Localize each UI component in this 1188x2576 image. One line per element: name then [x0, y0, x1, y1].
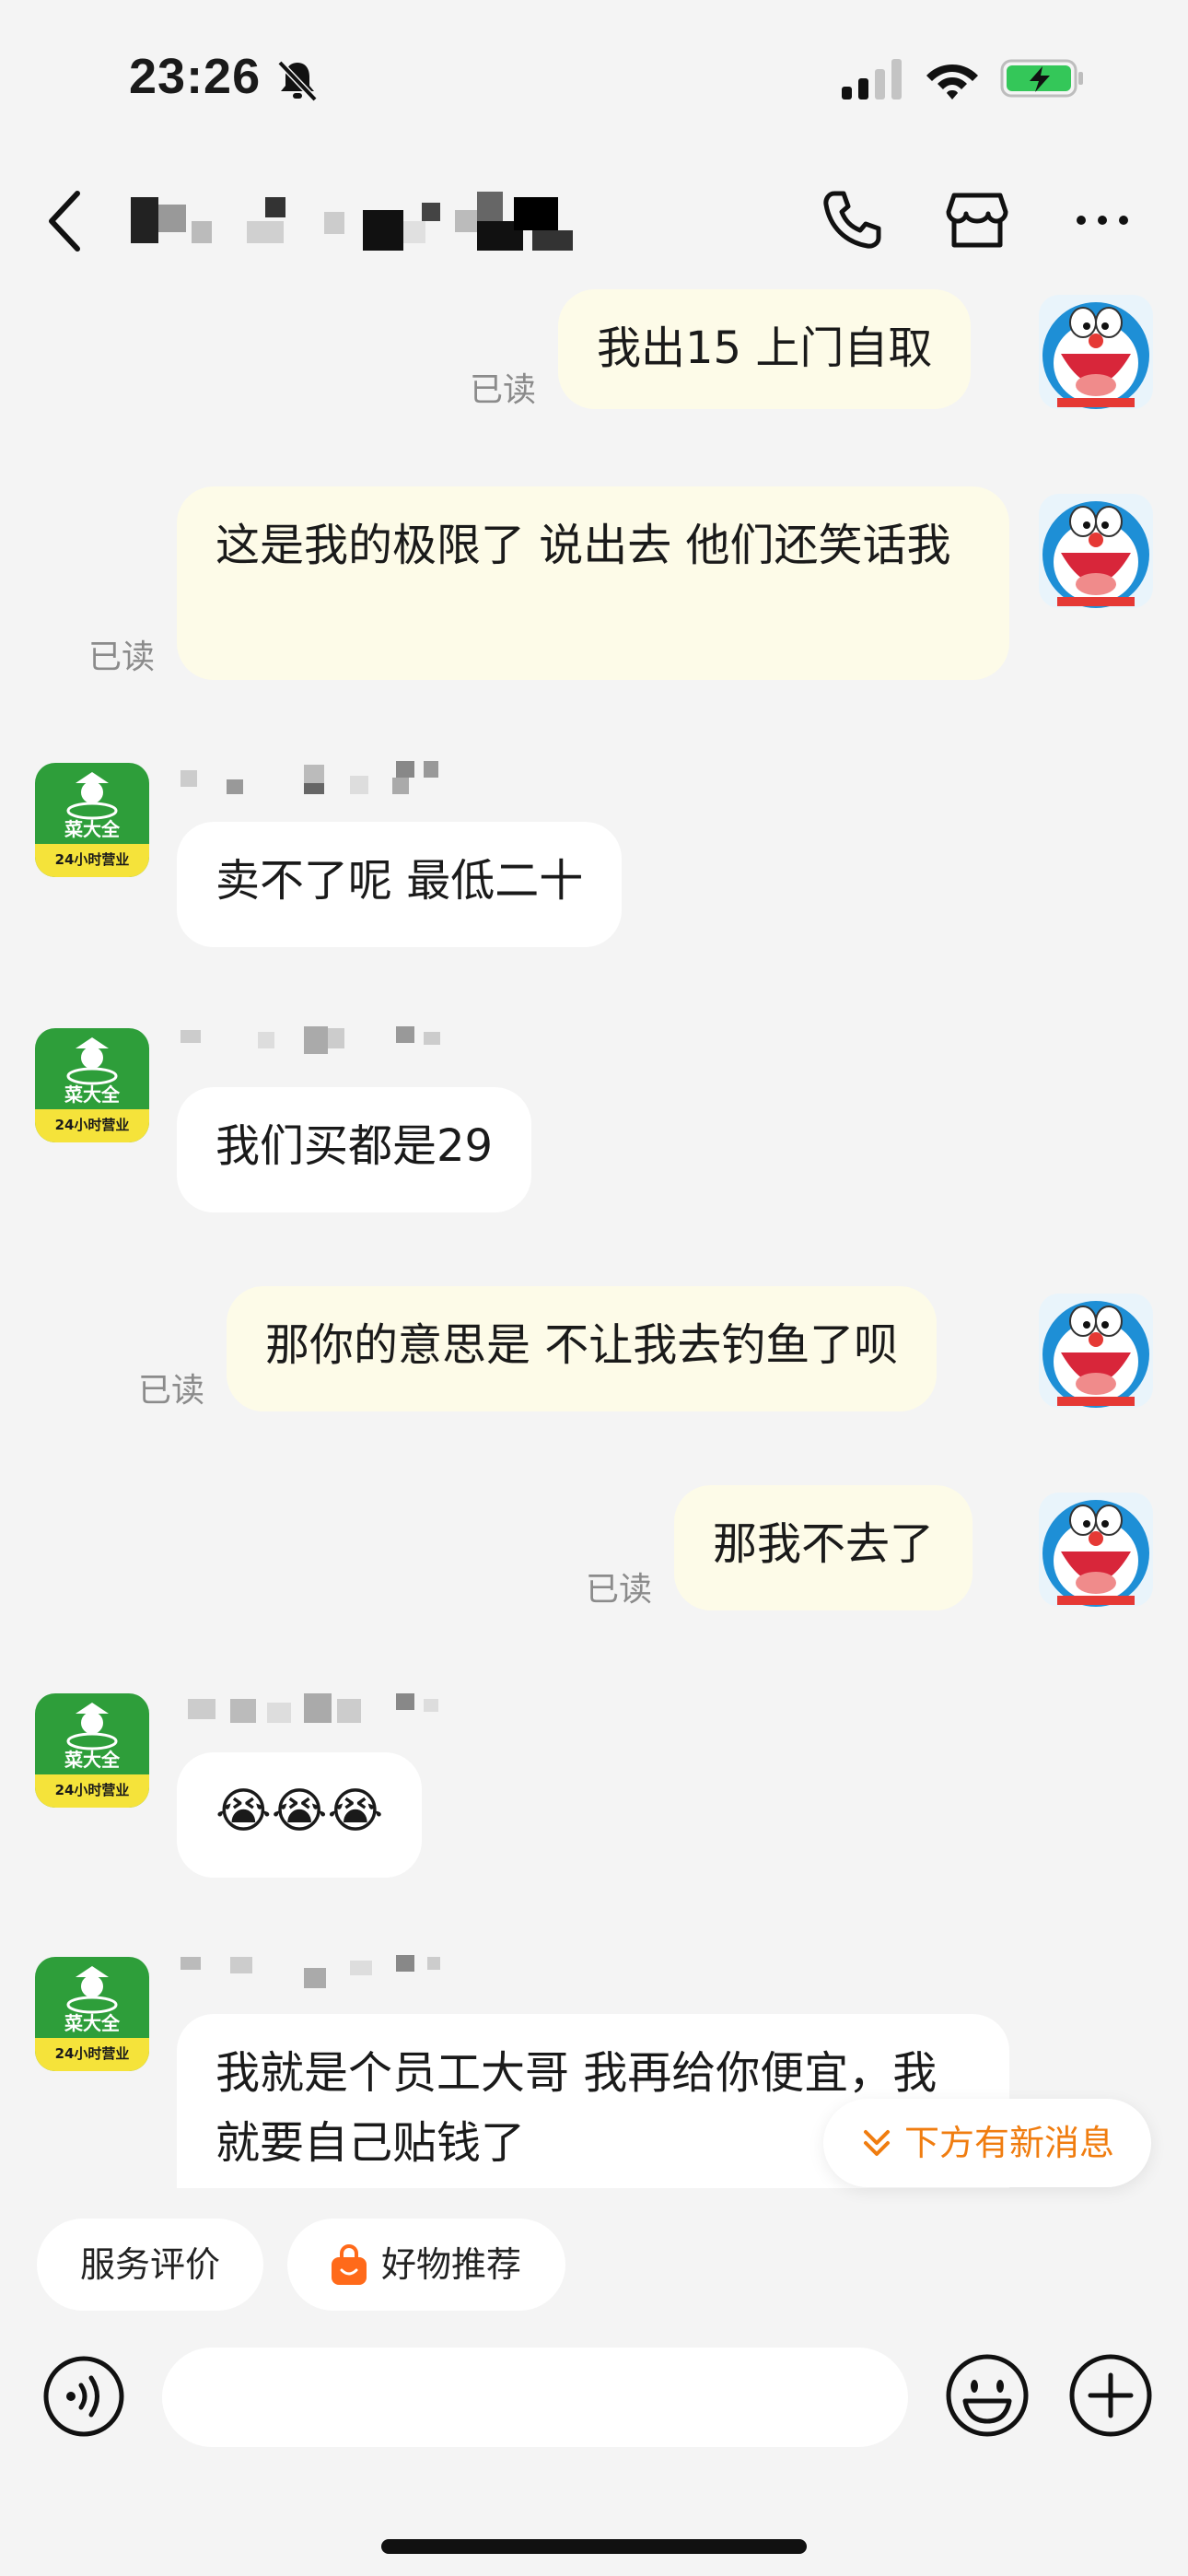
good-recommend-label: 好物推荐 — [381, 2244, 522, 2285]
shop-avatar[interactable]: 菜大全 24小时营业 — [35, 763, 149, 877]
back-arrow-icon[interactable] — [41, 186, 92, 256]
new-messages-button[interactable]: 下方有新消息 — [823, 2099, 1151, 2187]
message-list[interactable]: 已读 我出15 上门自取 已读 这是我的极限了 说出去 他们还笑话我 菜大全 2… — [0, 276, 1188, 2188]
shop-avatar-name: 菜大全 — [64, 818, 120, 840]
doraemon-avatar-icon — [1039, 295, 1153, 409]
chat-header — [0, 166, 1188, 276]
service-review-chip[interactable]: 服务评价 — [37, 2219, 263, 2311]
double-chevron-down-icon — [864, 2130, 890, 2156]
status-time: 23:26 — [129, 49, 262, 104]
shop-avatar-hours: 24小时营业 — [54, 851, 130, 868]
read-receipt: 已读 — [470, 371, 537, 409]
bell-muted-icon — [277, 60, 318, 102]
message-bubble-received[interactable]: 卖不了呢 最低二十 — [177, 822, 623, 947]
plus-icon[interactable] — [1068, 2353, 1153, 2438]
sender-name-pixelated — [188, 1693, 438, 1723]
shop-avatar-name: 菜大全 — [64, 1083, 120, 1106]
message-bubble-sent[interactable]: 这是我的极限了 说出去 他们还笑话我 — [177, 486, 1009, 680]
avatar-self[interactable] — [1039, 1493, 1153, 1607]
message-bubble-received[interactable]: 😭😭😭 — [177, 1752, 423, 1878]
phone-call-icon[interactable] — [818, 186, 886, 254]
message-bubble-sent[interactable]: 那我不去了 — [674, 1485, 973, 1610]
avatar-self[interactable] — [1039, 295, 1153, 409]
message-bubble-sent[interactable]: 那你的意思是 不让我去钓鱼了呗 — [227, 1286, 938, 1411]
emoji-icon[interactable] — [945, 2353, 1030, 2438]
doraemon-avatar-icon — [1039, 1294, 1153, 1408]
voice-input-icon[interactable] — [42, 2355, 125, 2438]
sender-name-pixelated — [181, 761, 438, 794]
sender-name-pixelated — [181, 1026, 440, 1054]
read-receipt: 已读 — [88, 638, 156, 676]
battery-charging-icon — [1000, 59, 1083, 98]
shop-avatar-hours: 24小时营业 — [54, 2045, 130, 2062]
cellular-signal-icon — [842, 59, 902, 100]
avatar-self[interactable] — [1039, 1294, 1153, 1408]
new-messages-label: 下方有新消息 — [903, 2123, 1114, 2163]
sender-name-pixelated — [181, 1955, 440, 1988]
message-bubble-received[interactable]: 我们买都是29 — [177, 1087, 532, 1212]
shop-avatar-name: 菜大全 — [64, 1749, 120, 1771]
good-recommend-chip[interactable]: 好物推荐 — [287, 2219, 565, 2311]
message-input[interactable] — [162, 2348, 908, 2447]
status-bar: 23:26 — [0, 0, 1188, 157]
avatar-self[interactable] — [1039, 494, 1153, 608]
shop-avatar-name: 菜大全 — [64, 2012, 120, 2034]
shop-avatar-hours: 24小时营业 — [54, 1117, 130, 1133]
shop-avatar[interactable]: 菜大全 24小时营业 — [35, 1957, 149, 2071]
doraemon-avatar-icon — [1039, 494, 1153, 608]
home-indicator[interactable] — [381, 2539, 807, 2554]
contact-name-pixelated — [131, 192, 573, 251]
more-options-icon[interactable] — [1068, 186, 1136, 254]
store-icon[interactable] — [943, 186, 1011, 254]
shop-avatar[interactable]: 菜大全 24小时营业 — [35, 1693, 149, 1808]
shop-avatar-hours: 24小时营业 — [54, 1782, 130, 1798]
message-bubble-sent[interactable]: 我出15 上门自取 — [558, 289, 972, 409]
read-receipt: 已读 — [586, 1571, 653, 1609]
read-receipt: 已读 — [138, 1372, 205, 1410]
wifi-icon — [926, 64, 978, 100]
shopping-bag-icon — [332, 2244, 367, 2285]
shop-avatar[interactable]: 菜大全 24小时营业 — [35, 1028, 149, 1142]
doraemon-avatar-icon — [1039, 1493, 1153, 1607]
